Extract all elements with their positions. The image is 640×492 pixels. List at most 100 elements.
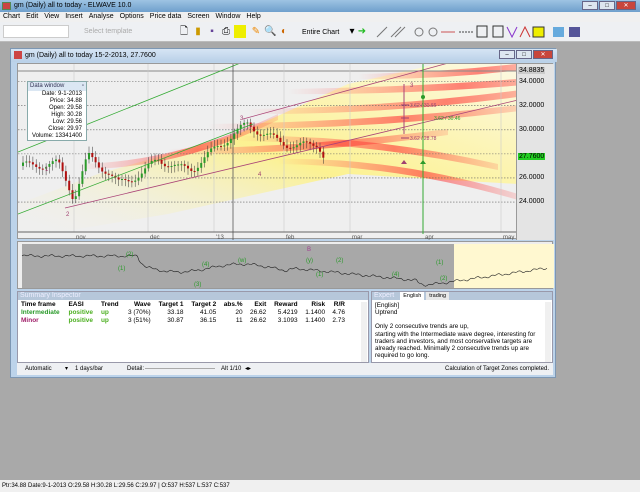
summary-cell: 3.1093 bbox=[277, 316, 298, 324]
column-header[interactable]: Trend bbox=[98, 300, 123, 308]
close-icon[interactable]: ▫ bbox=[82, 82, 84, 91]
drawing-tools[interactable] bbox=[375, 25, 590, 39]
mode-select[interactable]: Automatic bbox=[25, 363, 52, 375]
menu-edit[interactable]: Edit bbox=[26, 12, 38, 22]
candle bbox=[223, 145, 226, 147]
menu-screen[interactable]: Screen bbox=[187, 12, 209, 22]
column-header[interactable]: abs.% bbox=[219, 300, 245, 308]
chart-window-title: gm (Daily) all to today 15-2-2013, 27.76… bbox=[25, 52, 156, 59]
menu-analyse[interactable]: Analyse bbox=[89, 12, 114, 22]
template-select[interactable]: Select template bbox=[84, 25, 136, 38]
data-window-row: Low: 29.56 bbox=[52, 119, 82, 125]
candle bbox=[266, 133, 269, 135]
zoom-mode-select[interactable]: Entire Chart bbox=[302, 29, 339, 36]
arrow-right-icon[interactable]: ➜ bbox=[356, 25, 368, 38]
candle bbox=[256, 131, 259, 135]
chart-window: gm (Daily) all to today 15-2-2013, 27.76… bbox=[10, 43, 578, 378]
candle bbox=[282, 142, 285, 146]
menu-options[interactable]: Options bbox=[120, 12, 144, 22]
candle bbox=[206, 152, 209, 158]
column-header[interactable]: Risk bbox=[301, 300, 329, 308]
chart-maximize-button[interactable]: □ bbox=[516, 50, 532, 59]
oscillator-wave-label: B bbox=[307, 247, 311, 253]
zoom-icon[interactable]: 🔍 bbox=[264, 25, 276, 38]
alt-prev-button[interactable]: ◂▸ bbox=[245, 363, 251, 375]
candle bbox=[193, 171, 196, 173]
candle bbox=[210, 148, 213, 153]
tab-english[interactable]: English bbox=[400, 292, 425, 300]
column-header[interactable]: Target 2 bbox=[186, 300, 219, 308]
candle bbox=[243, 122, 246, 125]
menu-price-data[interactable]: Price data bbox=[150, 12, 182, 22]
expert-scrollbar[interactable] bbox=[545, 302, 551, 362]
candle bbox=[81, 171, 84, 184]
summary-cell: up bbox=[100, 308, 109, 316]
column-header[interactable]: EASI bbox=[65, 300, 97, 308]
summary-cell: Minor bbox=[21, 316, 39, 324]
summary-row[interactable]: Intermediate positive up 3 (70%) 33.18 41.05 2… bbox=[18, 308, 348, 316]
data-window[interactable]: Data window ▫ Date: 9-1-2013 Price: 34.88 O… bbox=[27, 81, 87, 141]
price-label: 30.0000 bbox=[519, 125, 545, 133]
chart-minimize-button[interactable]: – bbox=[499, 50, 515, 59]
maximize-button[interactable]: □ bbox=[599, 1, 615, 10]
summary-cell: 33.18 bbox=[167, 308, 184, 316]
detail-slider[interactable] bbox=[145, 368, 215, 369]
summary-row[interactable]: Minor positive up 3 (51%) 30.87 36.15 11 26.62 3… bbox=[18, 316, 348, 324]
month-label: apr bbox=[425, 235, 434, 240]
symbol-input[interactable] bbox=[3, 25, 69, 38]
open-icon[interactable]: ▮ bbox=[192, 25, 204, 38]
price-chart[interactable]: 12343 3.62 / 31.66 3.62 / 30.46 3.62 / 28.… bbox=[17, 43, 578, 241]
candle bbox=[203, 157, 206, 163]
column-header[interactable]: Exit bbox=[246, 300, 270, 308]
summary-inspector-title: Summary Inspector bbox=[18, 292, 368, 300]
toolbar: Select template 🗋 ▮ ▪ ⎙ ✎ 🔍 ◐ Entire Cha… bbox=[0, 22, 640, 42]
expert-text-line: [English] bbox=[375, 302, 400, 309]
pen-icon[interactable]: ✎ bbox=[250, 25, 262, 38]
oscillator-wave-label: (1) bbox=[436, 260, 443, 266]
price-chart-canvas[interactable]: 12343 3.62 / 31.663.62 / 30.463.62 / 28.… bbox=[17, 43, 578, 241]
menu-view[interactable]: View bbox=[44, 12, 59, 22]
summary-cell: 4.76 bbox=[332, 308, 345, 316]
menu-insert[interactable]: Insert bbox=[65, 12, 83, 22]
column-header[interactable]: Wave bbox=[123, 300, 154, 308]
summary-cell: up bbox=[100, 316, 109, 324]
column-header[interactable]: Time frame bbox=[18, 300, 65, 308]
app-icon bbox=[2, 2, 11, 10]
month-label: may bbox=[503, 235, 514, 240]
save-icon[interactable]: ▪ bbox=[206, 25, 218, 38]
label-icon[interactable] bbox=[234, 25, 246, 38]
price-axis[interactable]: 34.8835 34.0000 32.0000 30.0000 27.7600 26.00… bbox=[516, 64, 554, 240]
chart-close-button[interactable]: ✕ bbox=[533, 50, 553, 59]
new-chart-icon[interactable]: 🗋 bbox=[178, 25, 190, 38]
minimize-button[interactable]: – bbox=[582, 1, 598, 10]
column-header[interactable]: Target 1 bbox=[154, 300, 187, 308]
candle bbox=[160, 159, 163, 164]
menu-help[interactable]: Help bbox=[246, 12, 260, 22]
menu-window[interactable]: Window bbox=[216, 12, 241, 22]
summary-scrollbar[interactable] bbox=[361, 302, 367, 362]
data-window-row: Open: 29.58 bbox=[48, 105, 82, 111]
tab-trading[interactable]: trading bbox=[426, 292, 450, 300]
candle bbox=[58, 159, 61, 163]
print-icon[interactable]: ⎙ bbox=[220, 25, 232, 38]
close-button[interactable]: ✕ bbox=[616, 1, 636, 10]
column-header[interactable]: Reward bbox=[269, 300, 300, 308]
candle bbox=[315, 145, 318, 148]
chevron-down-icon[interactable]: ▾ bbox=[65, 363, 68, 375]
data-window-row: High: 30.28 bbox=[51, 112, 82, 118]
target-label: 3.62 / 31.66 bbox=[410, 103, 437, 109]
column-header[interactable]: R/R bbox=[328, 300, 348, 308]
bell-icon[interactable]: ◐ bbox=[278, 25, 290, 38]
chart-window-titlebar: gm (Daily) all to today 15-2-2013, 27.76… bbox=[11, 49, 557, 62]
oscillator-wave-label: (2) bbox=[336, 258, 343, 264]
expert-title: Expert bbox=[374, 292, 395, 299]
oscillator-panel[interactable]: (1) (2) (3) (4) (w) (y) (1) (2) (4) (1) (2) B bbox=[17, 241, 554, 289]
menu-chart[interactable]: Chart bbox=[3, 12, 20, 22]
candle bbox=[137, 177, 140, 181]
expert-text-line: starting with the Intermediate wave degr… bbox=[375, 330, 536, 338]
status-message: Calculation of Target Zones completed. bbox=[445, 366, 549, 372]
candle bbox=[22, 162, 24, 166]
expert-text-line: Uptrend bbox=[375, 309, 398, 317]
current-price-label: 27.7600 bbox=[518, 152, 546, 160]
candle bbox=[97, 162, 100, 168]
